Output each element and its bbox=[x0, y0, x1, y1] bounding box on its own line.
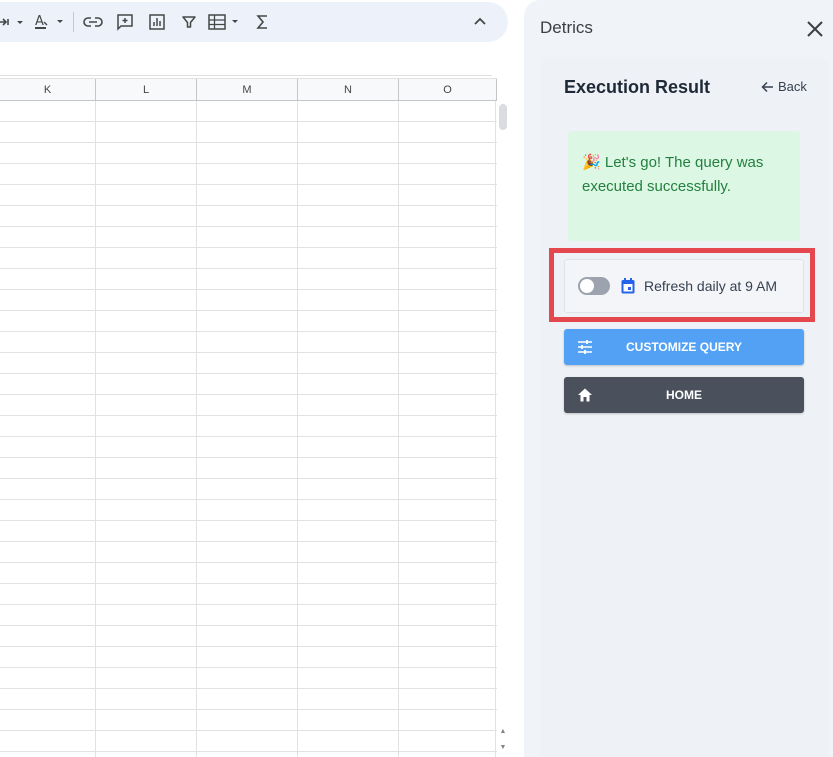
panel-title: Detrics bbox=[540, 18, 593, 37]
back-button[interactable]: Back bbox=[761, 79, 807, 94]
party-popper-icon: 🎉 bbox=[582, 154, 601, 171]
success-message-box: 🎉 Let's go! The query was executed succe… bbox=[568, 131, 800, 241]
merge-icon bbox=[0, 18, 23, 26]
home-icon bbox=[578, 388, 592, 402]
cell-grid[interactable] bbox=[0, 101, 497, 757]
text-color-button[interactable]: A bbox=[33, 8, 67, 36]
filter-button[interactable] bbox=[178, 8, 200, 36]
schedule-label: Refresh daily at 9 AM bbox=[644, 278, 778, 294]
customize-query-label: CUSTOMIZE QUERY bbox=[625, 340, 742, 354]
merge-cells-button[interactable] bbox=[0, 8, 26, 36]
scroll-up-arrow-icon[interactable]: ▲ bbox=[497, 725, 509, 737]
column-header-k[interactable]: K bbox=[0, 79, 96, 101]
tune-icon bbox=[578, 340, 592, 354]
column-headers: K L M N O bbox=[0, 78, 497, 101]
comment-icon bbox=[117, 14, 133, 31]
column-header-o[interactable]: O bbox=[399, 79, 497, 101]
close-panel-button[interactable] bbox=[805, 19, 825, 39]
sheets-toolbar: A bbox=[0, 2, 508, 42]
card-title: Execution Result bbox=[564, 77, 711, 97]
filter-icon bbox=[182, 16, 196, 28]
text-color-icon: A bbox=[35, 14, 63, 29]
vertical-scrollbar[interactable]: ▲ ▼ bbox=[497, 101, 509, 757]
scroll-down-arrow-icon[interactable]: ▼ bbox=[497, 741, 509, 753]
chevron-up-icon bbox=[474, 17, 486, 25]
formula-bar[interactable] bbox=[0, 48, 492, 76]
chart-icon bbox=[149, 14, 165, 30]
toggle-knob bbox=[580, 279, 594, 293]
schedule-refresh-row: Refresh daily at 9 AM bbox=[564, 259, 804, 313]
column-header-n[interactable]: N bbox=[298, 79, 399, 101]
addon-side-panel: Detrics Execution Result Back 🎉 Let's go… bbox=[524, 0, 833, 757]
calendar-icon bbox=[621, 278, 635, 294]
insert-chart-button[interactable] bbox=[146, 8, 168, 36]
grid-border bbox=[495, 101, 496, 757]
collapse-toolbar-button[interactable] bbox=[469, 8, 491, 36]
table-icon bbox=[208, 14, 238, 30]
schedule-toggle[interactable] bbox=[578, 277, 610, 295]
home-label: HOME bbox=[666, 388, 702, 402]
insert-link-button[interactable] bbox=[82, 8, 104, 36]
success-message: Let's go! The query was executed success… bbox=[582, 154, 764, 195]
spreadsheet-area: A K L M N O ▲ ▼ bbox=[0, 0, 510, 757]
column-header-m[interactable]: M bbox=[197, 79, 298, 101]
back-label: Back bbox=[778, 79, 807, 94]
customize-query-button[interactable]: CUSTOMIZE QUERY bbox=[564, 329, 804, 365]
link-icon bbox=[83, 17, 103, 27]
home-button[interactable]: HOME bbox=[564, 377, 804, 413]
svg-text:A: A bbox=[35, 14, 44, 29]
functions-icon bbox=[256, 15, 267, 29]
scrollbar-thumb[interactable] bbox=[499, 104, 507, 130]
execution-result-card: Execution Result Back 🎉 Let's go! The qu… bbox=[541, 57, 829, 757]
functions-button[interactable] bbox=[252, 8, 274, 36]
arrow-left-icon bbox=[761, 81, 773, 92]
insert-comment-button[interactable] bbox=[114, 8, 136, 36]
toolbar-separator bbox=[73, 12, 74, 32]
close-icon bbox=[807, 21, 823, 37]
table-views-button[interactable] bbox=[207, 8, 243, 36]
column-header-l[interactable]: L bbox=[96, 79, 197, 101]
